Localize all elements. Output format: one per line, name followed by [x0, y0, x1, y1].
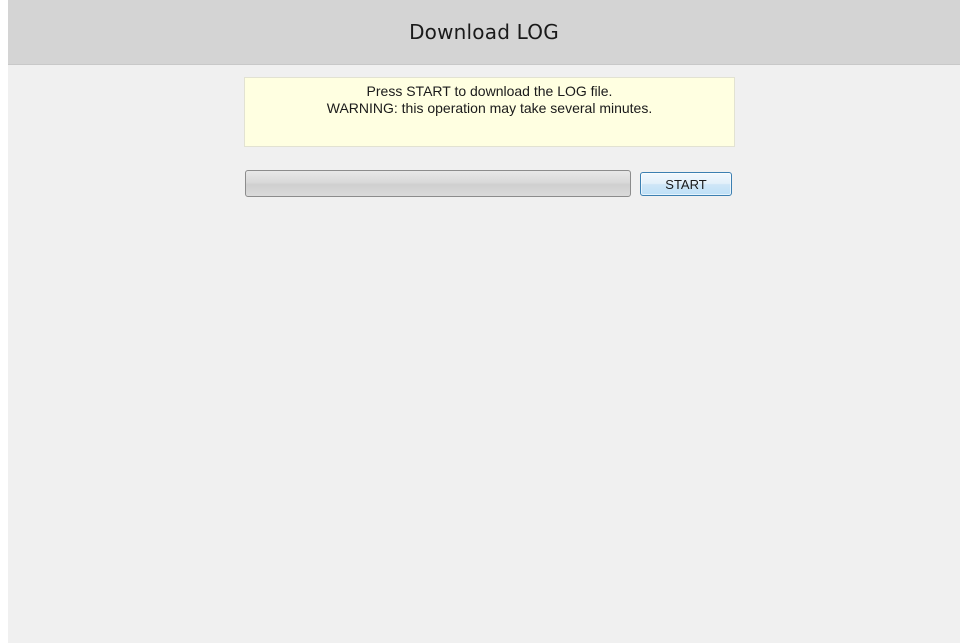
page-header: Download LOG	[8, 0, 960, 65]
download-progress-bar	[245, 170, 631, 197]
notice-instruction-text: Press START to download the LOG file.	[366, 83, 613, 99]
page-frame: Download LOG Press START to download the…	[8, 0, 960, 643]
notice-warning-text: WARNING: this operation may take several…	[326, 100, 653, 116]
page-title: Download LOG	[409, 20, 559, 44]
info-notice: Press START to download the LOG file. WA…	[244, 77, 735, 147]
start-button[interactable]: START	[640, 172, 732, 196]
